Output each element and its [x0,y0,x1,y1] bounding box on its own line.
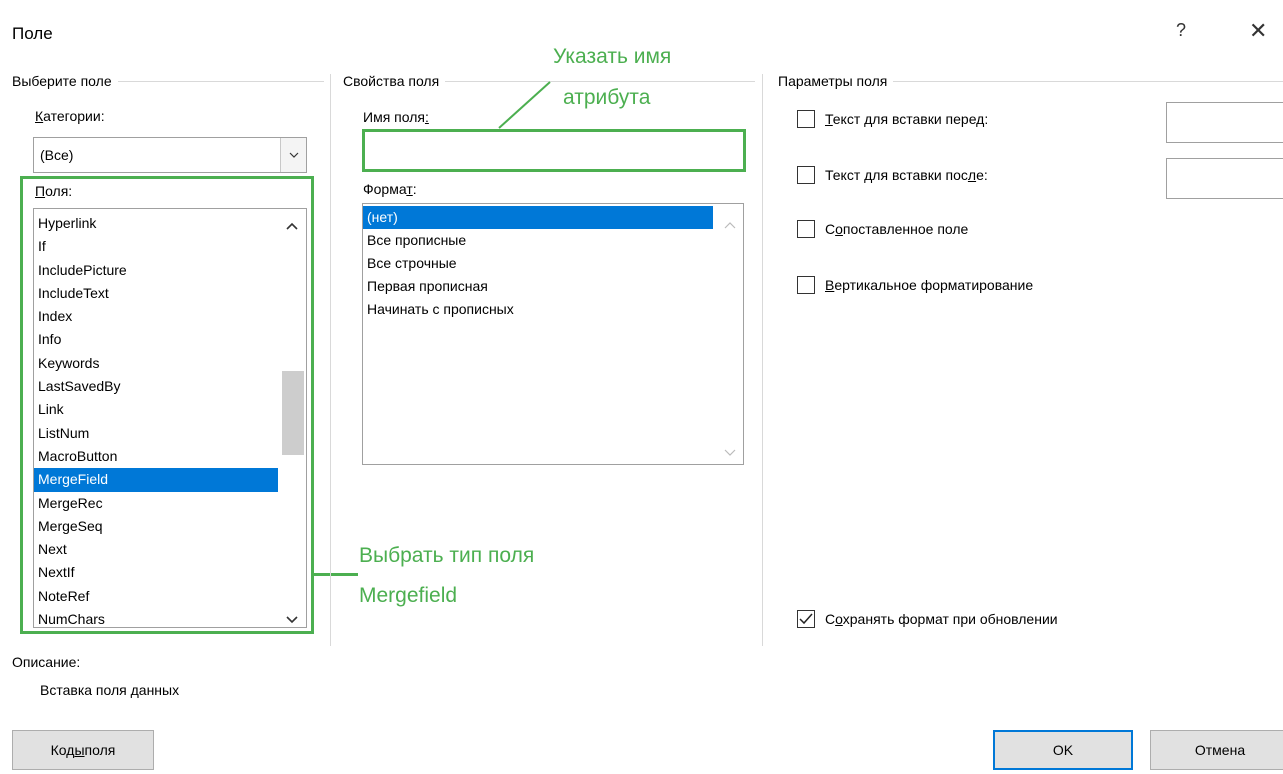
text-before-label: Текст для вставки перед: [825,111,989,127]
chevron-down-icon[interactable] [724,444,736,460]
text-after-input[interactable] [1166,158,1283,199]
annotation-type-line1: Выбрать тип поля [359,544,535,567]
column-separator [330,74,331,646]
text-before-checkbox[interactable] [797,110,815,128]
annotation-name-line2: атрибута [563,86,651,109]
cancel-button[interactable]: Отмена [1150,730,1283,770]
list-item[interactable]: Все строчные [363,252,713,275]
list-item[interactable]: Все прописные [363,229,713,252]
annotation-type-line2: Mergefield [359,584,458,607]
vertical-formatting-label: Вертикальное форматирование [825,277,1034,293]
format-listbox[interactable]: (нет) Все прописные Все строчные Первая про… [362,203,744,465]
column-separator [762,74,763,646]
text-before-input[interactable] [1166,102,1283,143]
field-properties-group-title: Свойства поля [343,73,446,89]
field-codes-button[interactable]: Код ы поля [12,730,154,770]
preserve-format-label: Сохранять формат при обновлении [825,611,1058,627]
mapped-field-checkbox[interactable] [797,220,815,238]
ok-button[interactable]: OK [993,730,1133,770]
fields-highlight-box [20,176,314,634]
list-item[interactable]: Первая прописная [363,275,713,298]
chevron-down-icon[interactable] [280,138,306,172]
text-after-label: Текст для вставки после: [825,167,988,183]
text-after-checkbox[interactable] [797,166,815,184]
format-list: (нет) Все прописные Все строчные Первая про… [363,206,713,321]
list-item[interactable]: (нет) [363,206,713,229]
vertical-formatting-checkbox[interactable] [797,276,815,294]
field-name-input[interactable] [362,129,746,172]
list-item[interactable]: Начинать с прописных [363,298,713,321]
close-icon[interactable]: ✕ [1249,18,1267,44]
field-options-group-title: Параметры поля [778,73,894,89]
categories-value: (Все) [40,147,74,163]
format-label: Формат: [363,181,417,197]
checkmark-icon [799,613,813,625]
preserve-format-checkbox[interactable] [797,610,815,628]
categories-select[interactable]: (Все) [33,137,307,173]
chevron-up-icon[interactable] [724,216,736,232]
dialog-title: Поле [12,24,53,43]
select-field-group-title: Выберите поле [12,73,118,89]
description-label: Описание: [12,654,81,670]
categories-label: Категории: [35,108,105,124]
annotation-line [314,573,358,576]
field-name-label: Имя поля: [363,109,429,125]
annotation-name-line1: Указать имя [553,45,672,68]
annotation-line [498,81,551,129]
description-text: Вставка поля данных [40,682,180,698]
format-scrollbar[interactable] [717,204,743,464]
help-icon[interactable]: ? [1176,20,1186,41]
mapped-field-label: Сопоставленное поле [825,221,969,237]
